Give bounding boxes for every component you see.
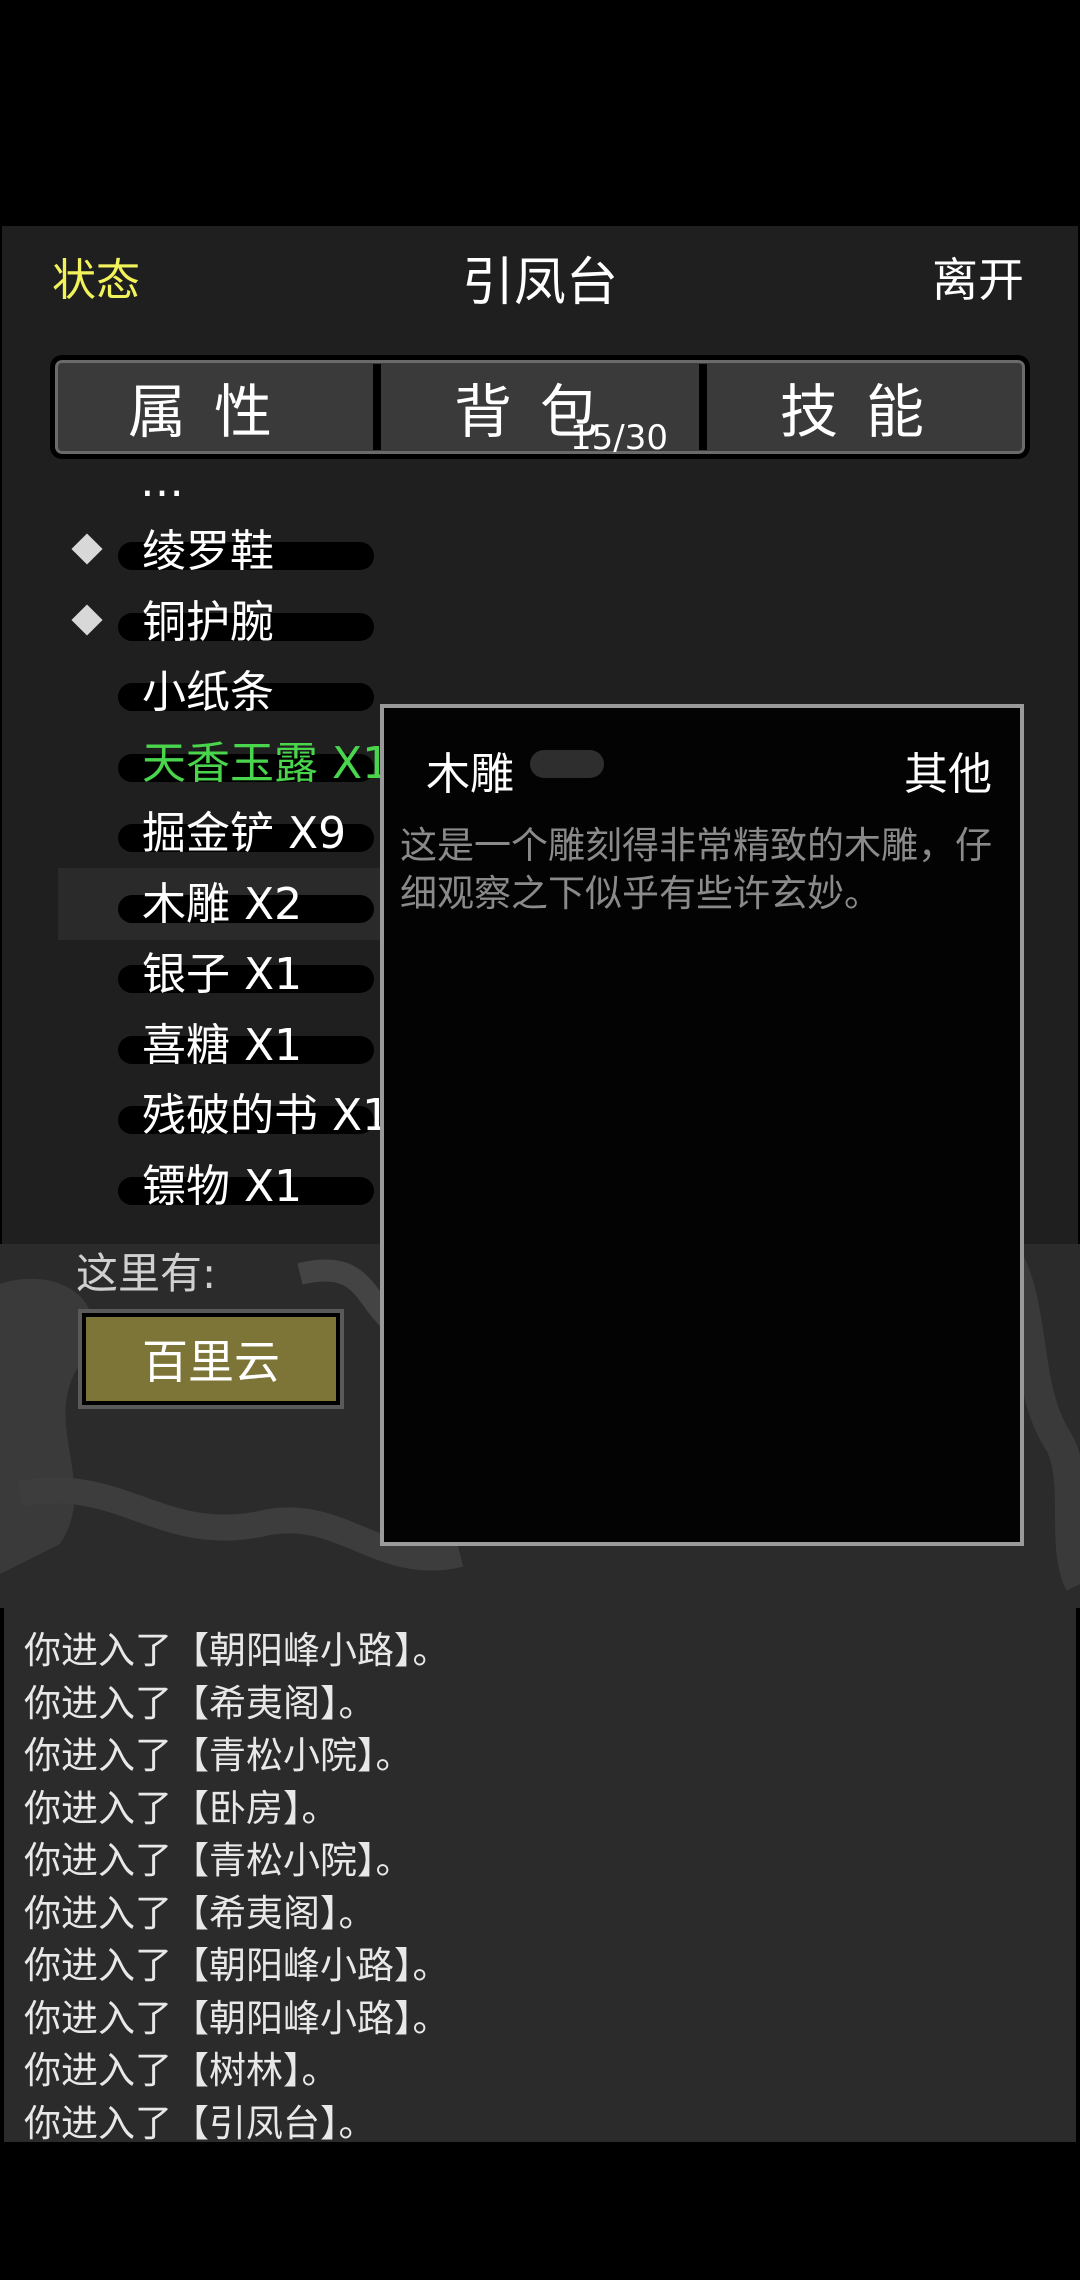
inventory-item[interactable]: 木雕 X2 (0, 873, 420, 937)
location-title: 引凤台 (461, 253, 618, 313)
inventory-item-label: 残破的书 X1 (142, 1090, 391, 1141)
inventory-item[interactable]: 喜糖 X1 (0, 1014, 420, 1078)
inventory-item-label: 银子 X1 (142, 949, 303, 1000)
tab-divider (373, 364, 381, 450)
log-line: 你进入了【朝阳峰小路】。 (24, 1996, 450, 2040)
inventory-item[interactable]: 天香玉露 X1 (0, 732, 420, 796)
log-line: 你进入了【青松小院】。 (24, 1839, 413, 1882)
inventory-capacity: 15/30 (570, 418, 668, 458)
log-line: 你进入了【希夷阁】。 (24, 1891, 376, 1935)
item-description: 这是一个雕刻得非常精致的木雕，仔细观察之下似乎有些许玄妙。 (400, 824, 992, 915)
tab-attributes-label: 属性 (127, 378, 300, 446)
inventory-item[interactable]: 小纸条 (0, 661, 420, 725)
tab-divider (699, 364, 707, 450)
inventory-item-label: 绫罗鞋 (142, 526, 274, 577)
inventory-item[interactable]: 绫罗鞋 (0, 520, 420, 584)
tab-skills[interactable]: 技能 (707, 360, 1025, 454)
inventory-item[interactable]: 银子 X1 (0, 943, 420, 1007)
message-log: 你进入了【朝阳峰小路】。 你进入了【希夷阁】。 你进入了【青松小院】。 你进入了【卧房… (4, 1608, 1076, 2145)
scene-here-label: 这里有: (76, 1249, 217, 1298)
log-line: 你进入了【朝阳峰小路】。 (24, 1944, 450, 1987)
equipped-diamond-icon (71, 603, 103, 636)
log-line: 你进入了【树林】。 (24, 2049, 339, 2092)
tab-bar: 属性 背包 技能 (50, 355, 1030, 459)
tab-skills-label: 技能 (779, 378, 952, 446)
log-line: 你进入了【希夷阁】。 (24, 1681, 376, 1725)
inventory-item-label: 镖物 X1 (142, 1160, 303, 1212)
log-line: 你进入了【朝阳峰小路】。 (24, 1629, 450, 1672)
inventory-item-label: 小纸条 (142, 667, 274, 718)
tab-attributes[interactable]: 属性 (55, 360, 373, 454)
inventory-item-label: 掘金铲 X9 (142, 808, 347, 859)
list-item-partial: … (140, 486, 340, 506)
npc-button[interactable]: 百里云 (82, 1313, 340, 1405)
leave-button[interactable]: 离开 (932, 244, 1024, 310)
log-line: 你进入了【青松小院】。 (24, 1734, 413, 1777)
inventory-item-label: 天香玉露 X1 (142, 737, 391, 789)
inventory-item-label: 铜护腕 (142, 596, 274, 648)
log-line: 你进入了【卧房】。 (24, 1786, 339, 1830)
inventory-item[interactable]: 残破的书 X1 (0, 1084, 420, 1148)
inventory-item-label: 喜糖 X1 (142, 1019, 303, 1071)
log-line: 你进入了【引凤台】。 (24, 2101, 376, 2145)
item-name: 木雕 (426, 749, 514, 800)
inventory-item[interactable]: 掘金铲 X9 (0, 802, 420, 866)
inventory-item[interactable]: 镖物 X1 (0, 1155, 420, 1219)
inventory-item[interactable]: 铜护腕 (0, 591, 420, 655)
inventory-item-label: 木雕 X2 (142, 878, 303, 930)
equipped-diamond-icon (71, 533, 103, 565)
item-type: 其他 (904, 749, 992, 800)
item-name-shadow (530, 750, 604, 778)
